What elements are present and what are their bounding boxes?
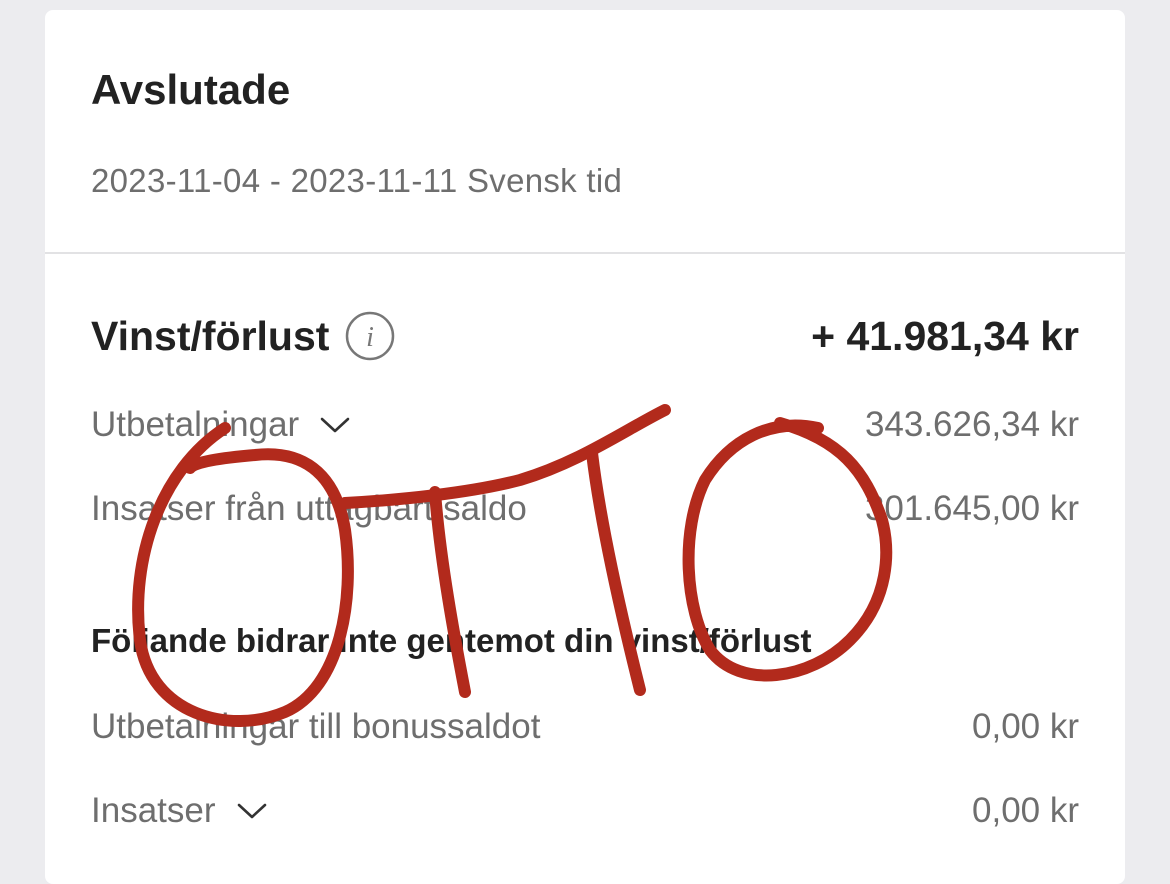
bonus-payouts-value: 0,00 kr bbox=[972, 707, 1079, 746]
payouts-label-group: Utbetalningar bbox=[91, 405, 351, 445]
profit-loss-value: + 41.981,34 kr bbox=[811, 312, 1079, 359]
profit-loss-label: Vinst/förlust bbox=[91, 312, 330, 359]
stakes-withdrawable-row: Insatser från uttagbart saldo 301.645,00… bbox=[91, 484, 1079, 534]
profit-loss-label-group: Vinst/förlust i bbox=[91, 311, 395, 361]
date-range: 2023-11-04 - 2023-11-11 Svensk tid bbox=[91, 162, 623, 199]
divider bbox=[45, 252, 1125, 254]
payouts-label: Utbetalningar bbox=[91, 405, 300, 444]
stakes-label: Insatser bbox=[91, 791, 216, 830]
payouts-row[interactable]: Utbetalningar 343.626,34 kr bbox=[91, 400, 1079, 450]
stakes-withdrawable-value: 301.645,00 kr bbox=[864, 489, 1079, 528]
bonus-payouts-row: Utbetalningar till bonussaldot 0,00 kr bbox=[91, 702, 1079, 752]
stakes-withdrawable-label: Insatser från uttagbart saldo bbox=[91, 489, 527, 528]
payouts-value: 343.626,34 kr bbox=[864, 405, 1079, 444]
page-title: Avslutade bbox=[91, 66, 291, 113]
non-contributing-heading: Följande bidrar inte gentemot din vinst/… bbox=[91, 622, 812, 659]
stakes-label-group: Insatser bbox=[91, 791, 268, 831]
info-icon[interactable]: i bbox=[345, 311, 395, 361]
stakes-value: 0,00 kr bbox=[972, 791, 1079, 830]
chevron-down-icon[interactable] bbox=[319, 415, 351, 435]
chevron-down-icon[interactable] bbox=[236, 801, 268, 821]
stakes-row[interactable]: Insatser 0,00 kr bbox=[91, 786, 1079, 836]
bonus-payouts-label: Utbetalningar till bonussaldot bbox=[91, 707, 541, 746]
summary-card: Avslutade 2023-11-04 - 2023-11-11 Svensk… bbox=[45, 10, 1125, 884]
profit-loss-row: Vinst/förlust i + 41.981,34 kr bbox=[91, 311, 1079, 361]
card-header: Avslutade 2023-11-04 - 2023-11-11 Svensk… bbox=[45, 10, 1125, 253]
svg-text:i: i bbox=[367, 322, 375, 353]
